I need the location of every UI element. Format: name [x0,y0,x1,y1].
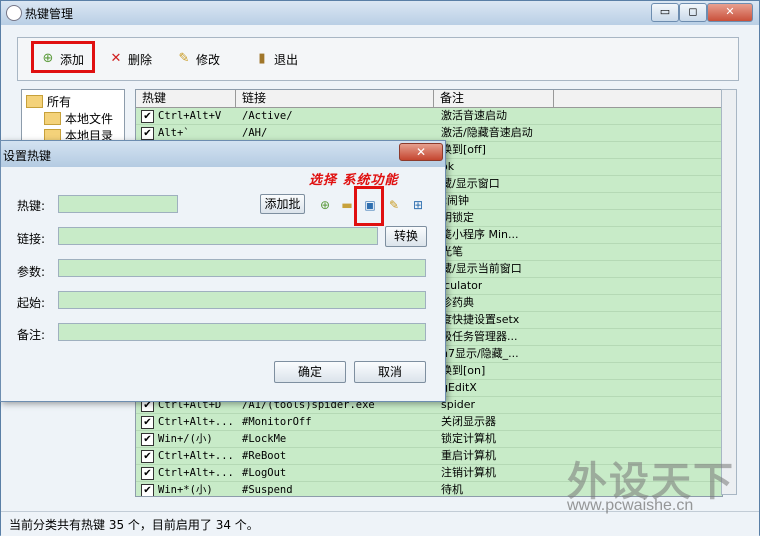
note-cell: spider [441,398,476,411]
exit-button[interactable]: ▮ 退出 [254,48,298,70]
note-cell: 度快捷设置setx [441,313,520,326]
enable-checkbox[interactable]: ✔ [141,450,154,463]
add-button-highlight [31,41,95,73]
note-cell: 激活音速启动 [441,109,507,122]
column-hotkey[interactable]: 热键 [136,90,236,107]
table-header: 热键 链接 备注 [136,90,722,108]
folder-icon [26,95,43,108]
column-link[interactable]: 链接 [236,90,434,107]
dialog-title-bar: 设置热键 ✕ [1,141,445,167]
link-cell: #Suspend [242,484,293,496]
edit-button[interactable]: ✎ 修改 [176,48,220,70]
vertical-scrollbar[interactable] [721,89,737,495]
hotkey-input[interactable] [58,195,178,213]
link-input[interactable] [58,227,378,245]
toolbar: ⊕ 添加 ✕ 删除 ✎ 修改 ▮ 退出 [17,37,739,81]
note-cell: 锁定计算机 [441,432,496,445]
status-text: 当前分类共有热键 35 个，目前启用了 34 个。 [9,518,259,532]
note-cell: 换到[off] [441,143,486,156]
hotkey-cell: Ctrl+Alt+... [158,467,234,479]
note-input[interactable] [58,323,426,341]
add-batch-button[interactable]: 添加批 [260,194,305,214]
enable-checkbox[interactable]: ✔ [141,416,154,429]
cancel-button[interactable]: 取消 [354,361,426,383]
table-row[interactable]: ✔ Ctrl+Alt+... #MonitorOff 关闭显示器 [136,414,722,431]
note-cell: n7显示/隐藏_... [441,347,519,360]
link-cell: #MonitorOff [242,416,312,428]
enable-checkbox[interactable]: ✔ [141,484,154,496]
note-cell: 藏/显示当前窗口 [441,262,522,275]
folder-icon [44,112,61,125]
note-cell: 关闭显示器 [441,415,496,428]
params-input[interactable] [58,259,426,277]
hotkey-cell: Ctrl+Alt+... [158,450,234,462]
note-cell: 级任务管理器... [441,330,518,343]
link-cell: #LogOut [242,467,287,479]
maximize-button[interactable]: ◻ [679,3,707,22]
close-button[interactable]: ✕ [707,3,753,22]
exit-icon: ▮ [258,51,266,66]
note-cell: 换到[on] [441,364,486,377]
system-function-highlight [354,186,384,226]
link-cell: /Active/ [242,110,293,122]
note-cell: 笺小程序 Min... [441,228,519,241]
note-cell: 藏/显示窗口 [441,177,500,190]
folder-icon[interactable]: ▬ [339,197,355,213]
note-cell: gEditX [441,381,477,394]
note-cell: 待机 [441,483,463,496]
dialog-title: 设置热键 [3,149,52,163]
note-cell: 注销计算机 [441,466,496,479]
start-label: 起始: [17,296,46,310]
hotkey-cell: Ctrl+Alt+V [158,110,222,122]
title-bar: 热键管理 ▭ ◻ ✕ [1,1,759,25]
hotkey-label: 热键: [17,199,46,213]
window-title: 热键管理 [25,7,74,21]
delete-button[interactable]: ✕ 删除 [108,48,152,70]
watermark-url: www.pcwaishe.cn [567,497,694,514]
enable-checkbox[interactable]: ✔ [141,467,154,480]
table-row[interactable]: ✔ Ctrl+Alt+V/Active/激活音速启动 [136,108,722,125]
delete-icon: ✕ [110,51,122,66]
column-note[interactable]: 备注 [434,90,554,107]
tree-item-local-files[interactable]: 本地文件 [44,110,113,127]
link-cell: #LockMe [242,433,287,445]
note-label: 备注: [17,328,46,342]
hotkey-cell: Ctrl+Alt+... [158,416,234,428]
new-file-icon[interactable]: ⊕ [317,197,333,213]
start-dir-input[interactable] [58,291,426,309]
ok-button[interactable]: 确定 [274,361,346,383]
link-cell: /AH/ [242,127,268,139]
enable-checkbox[interactable]: ✔ [141,110,154,123]
hotkey-cell: Win+*(小) [158,484,213,496]
hotkey-cell: Win+/(小) [158,433,213,445]
note-cell: 重启计算机 [441,449,496,462]
edit-icon: ✎ [178,51,190,66]
app-icon [6,5,22,21]
minimize-button[interactable]: ▭ [651,3,679,22]
note-cell: 激活/隐藏音速启动 [441,126,533,139]
params-label: 参数: [17,265,46,279]
enable-checkbox[interactable]: ✔ [141,433,154,446]
enable-checkbox[interactable]: ✔ [141,127,154,140]
link-cell: #ReBoot [242,450,287,462]
hotkey-cell: Alt+` [158,127,190,139]
table-row[interactable]: ✔ Win+/(小) #LockMe 锁定计算机 [136,431,722,448]
note-cell: lculator [441,279,483,292]
tree-item-all[interactable]: 所有 [26,93,71,110]
network-icon[interactable]: ⊞ [410,197,426,213]
dialog-close-button[interactable]: ✕ [399,143,443,161]
link-label: 链接: [17,232,46,246]
convert-button[interactable]: 转换 [385,226,427,247]
edit-icon[interactable]: ✎ [386,197,402,213]
